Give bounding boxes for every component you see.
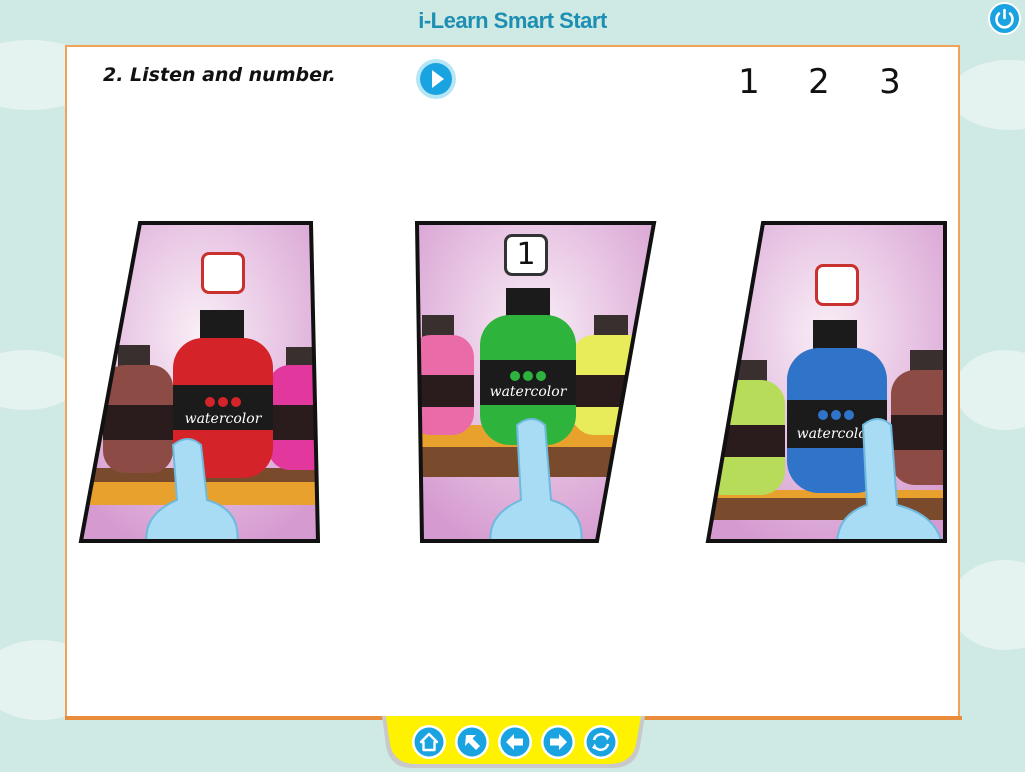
answer-box-red[interactable] <box>201 252 245 294</box>
play-icon <box>416 59 456 99</box>
background-cloud <box>955 350 1025 430</box>
power-icon <box>988 2 1021 35</box>
answer-box-green[interactable]: 1 <box>504 234 548 276</box>
power-button[interactable] <box>988 2 1021 35</box>
number-choice-1[interactable]: 1 <box>731 62 767 102</box>
menu-button[interactable] <box>454 724 490 760</box>
back-arrow-icon <box>498 725 532 759</box>
next-arrow-icon <box>541 725 575 759</box>
home-button[interactable] <box>411 724 447 760</box>
number-choice-3[interactable]: 3 <box>872 62 908 102</box>
audio-play-button[interactable] <box>414 57 458 101</box>
svg-text:watercolor: watercolor <box>490 384 568 400</box>
previous-button[interactable] <box>497 724 533 760</box>
next-button[interactable] <box>540 724 576 760</box>
background-cloud <box>950 560 1025 650</box>
background-cloud <box>950 60 1025 130</box>
app-title: i-Learn Smart Start <box>418 8 607 33</box>
answer-box-blue[interactable] <box>815 264 859 306</box>
picture-card-red-bottle: watercolor <box>78 220 322 545</box>
home-icon <box>412 725 446 759</box>
refresh-icon <box>584 725 618 759</box>
up-left-arrow-icon <box>455 725 489 759</box>
instruction-text: 2. Listen and number. <box>103 64 336 86</box>
red-paint-bottle-image: watercolor <box>78 221 321 543</box>
refresh-button[interactable] <box>583 724 619 760</box>
svg-text:watercolor: watercolor <box>185 411 263 427</box>
number-choice-2[interactable]: 2 <box>801 62 837 102</box>
